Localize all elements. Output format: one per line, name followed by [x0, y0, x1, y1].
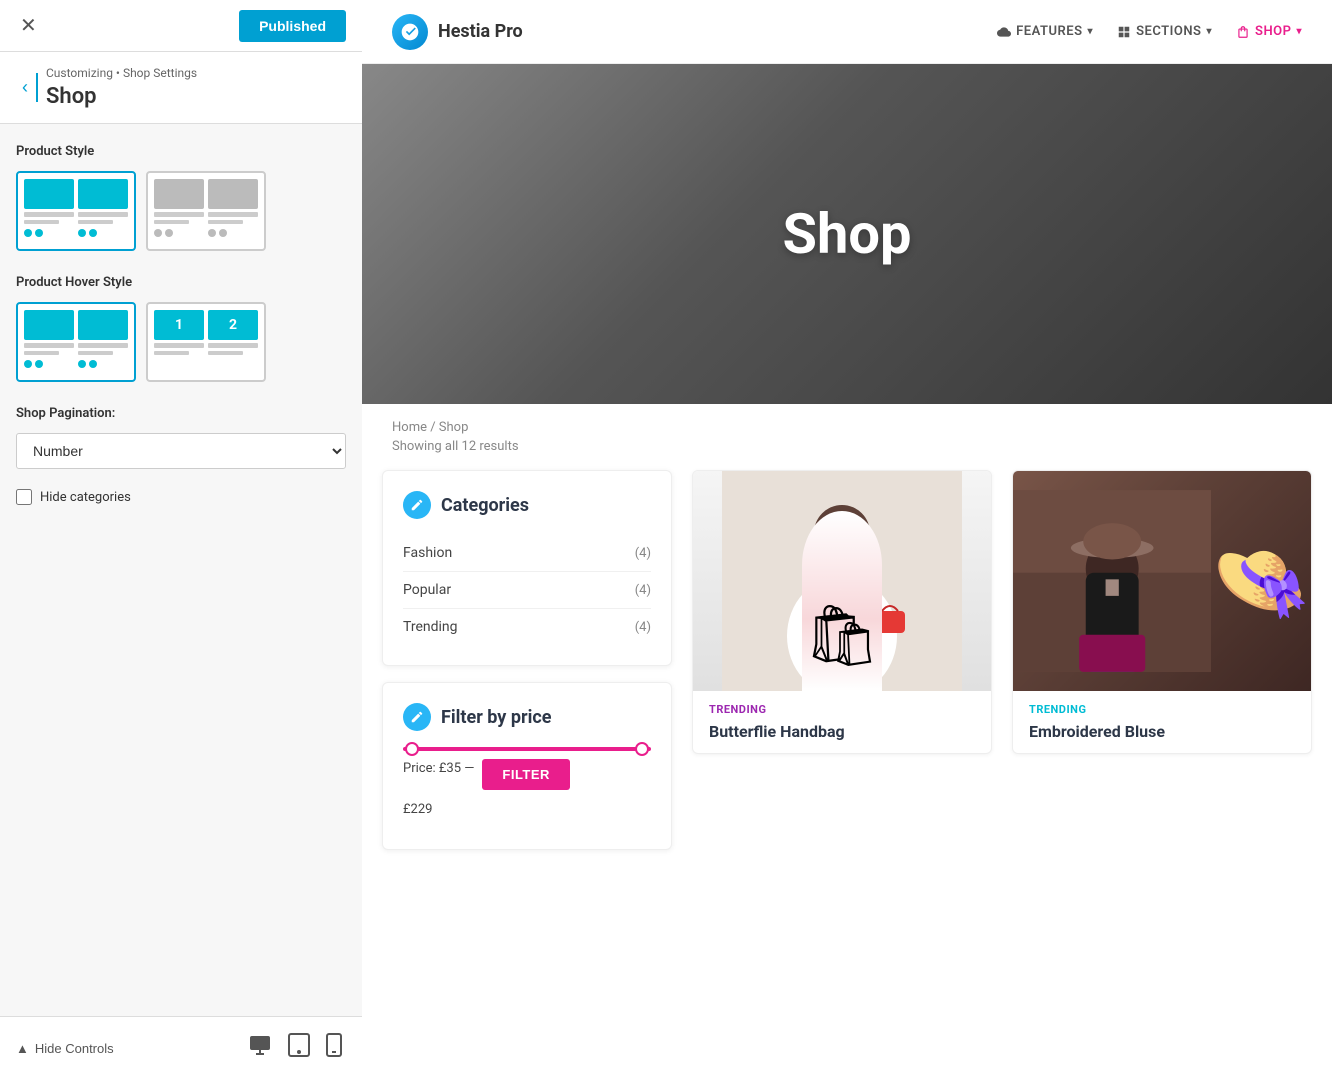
panel-title: Shop	[46, 84, 197, 109]
sections-chevron: ▾	[1206, 26, 1212, 37]
product-grid: TRENDING Butterflie Handbag	[692, 470, 1312, 866]
category-fashion-name: Fashion	[403, 545, 452, 561]
product-info-2: TRENDING Embroidered Bluse	[1013, 691, 1311, 753]
price-thumb-left[interactable]	[405, 742, 419, 756]
filter-title: Filter by price	[441, 707, 551, 728]
product-tag-2: TRENDING	[1029, 703, 1295, 716]
nav-features[interactable]: FEATURES ▾	[997, 24, 1093, 39]
product-info-1: TRENDING Butterflie Handbag	[693, 691, 991, 753]
product-image-2	[1013, 471, 1311, 691]
shop-layout: Categories Fashion (4) Popular (4) Trend…	[362, 470, 1332, 896]
cloud-icon	[997, 25, 1011, 39]
filter-edit-button[interactable]	[403, 703, 431, 731]
product-hover-style-option-2[interactable]: 1 2	[146, 302, 266, 382]
panel-header: ‹ Customizing • Shop Settings Shop	[0, 52, 362, 124]
hero-title: Shop	[783, 201, 912, 267]
close-button[interactable]: ✕	[16, 9, 41, 42]
price-max-label: £229	[403, 802, 651, 817]
category-list: Fashion (4) Popular (4) Trending (4)	[403, 535, 651, 645]
product-name-2: Embroidered Bluse	[1029, 722, 1295, 741]
hover-num-2: 2	[229, 317, 237, 333]
price-filter-widget: Filter by price Price: £35 — FILTER £229	[382, 682, 672, 850]
category-trending-name: Trending	[403, 619, 458, 635]
pagination-label: Shop Pagination:	[16, 406, 346, 421]
nav-sections[interactable]: SECTIONS ▾	[1117, 24, 1212, 39]
price-range-row: Price: £35 — FILTER	[403, 759, 651, 790]
category-trending-count: (4)	[635, 620, 651, 635]
panel-content: Product Style	[0, 124, 362, 1016]
filter-button[interactable]: FILTER	[482, 759, 570, 790]
nav-sections-label: SECTIONS	[1136, 24, 1201, 39]
preview-panel: Hestia Pro FEATURES ▾ SECTIONS ▾ SHOP ▾ …	[362, 0, 1332, 1079]
hide-categories-checkbox[interactable]	[16, 489, 32, 505]
product-image-1	[693, 471, 991, 691]
shop-content: Home / Shop Showing all 12 results Categ…	[362, 404, 1332, 896]
breadcrumb: Customizing • Shop Settings	[46, 66, 197, 80]
product-hover-style-options: 1 2	[16, 302, 346, 382]
category-popular-count: (4)	[635, 583, 651, 598]
site-logo: Hestia Pro	[392, 14, 523, 50]
hide-controls-label: Hide Controls	[35, 1041, 114, 1056]
product-card-2[interactable]: TRENDING Embroidered Bluse	[1012, 470, 1312, 754]
product-style-option-2[interactable]	[146, 171, 266, 251]
categories-title: Categories	[441, 495, 529, 516]
mobile-button[interactable]	[322, 1029, 346, 1067]
tablet-button[interactable]	[284, 1029, 314, 1067]
device-buttons	[244, 1029, 346, 1067]
nav-features-label: FEATURES	[1016, 24, 1082, 39]
product-card-1[interactable]: TRENDING Butterflie Handbag	[692, 470, 992, 754]
back-button[interactable]: ‹	[14, 73, 38, 102]
product-style-option-1[interactable]	[16, 171, 136, 251]
desktop-button[interactable]	[244, 1029, 276, 1067]
logo-text: Hestia Pro	[438, 21, 523, 42]
hide-categories-row: Hide categories	[16, 489, 346, 505]
product-tag-1: TRENDING	[709, 703, 975, 716]
product-1-svg	[693, 471, 991, 691]
category-popular-name: Popular	[403, 582, 451, 598]
filter-widget-header: Filter by price	[403, 703, 651, 731]
product-name-1: Butterflie Handbag	[709, 722, 975, 741]
category-trending[interactable]: Trending (4)	[403, 609, 651, 645]
hide-controls-icon: ▲	[16, 1041, 29, 1056]
panel-header-text: Customizing • Shop Settings Shop	[46, 66, 197, 109]
hide-categories-label[interactable]: Hide categories	[40, 490, 131, 505]
customizer-panel: ✕ Published ‹ Customizing • Shop Setting…	[0, 0, 362, 1079]
site-navbar: Hestia Pro FEATURES ▾ SECTIONS ▾ SHOP ▾	[362, 0, 1332, 64]
shop-bag-icon	[1236, 25, 1250, 39]
sections-icon	[1117, 25, 1131, 39]
widget-header: Categories	[403, 491, 651, 519]
shop-hero: Shop	[362, 64, 1332, 404]
category-fashion-count: (4)	[635, 546, 651, 561]
hide-controls-button[interactable]: ▲ Hide Controls	[16, 1041, 114, 1056]
product-hover-style-label: Product Hover Style	[16, 275, 346, 290]
product-style-options	[16, 171, 346, 251]
price-slider-track	[403, 747, 651, 751]
price-thumb-right[interactable]	[635, 742, 649, 756]
site-nav: FEATURES ▾ SECTIONS ▾ SHOP ▾	[997, 24, 1302, 39]
category-popular[interactable]: Popular (4)	[403, 572, 651, 609]
nav-shop[interactable]: SHOP ▾	[1236, 24, 1302, 39]
pagination-section: Shop Pagination: Number Load More Infini…	[16, 406, 346, 469]
published-button[interactable]: Published	[239, 10, 346, 42]
category-fashion[interactable]: Fashion (4)	[403, 535, 651, 572]
product-style-label: Product Style	[16, 144, 346, 159]
shop-sidebar: Categories Fashion (4) Popular (4) Trend…	[382, 470, 672, 866]
bottom-bar: ▲ Hide Controls	[0, 1016, 362, 1079]
shop-breadcrumb: Home / Shop	[362, 404, 1332, 439]
pagination-select[interactable]: Number Load More Infinite Scroll	[16, 433, 346, 469]
categories-widget: Categories Fashion (4) Popular (4) Trend…	[382, 470, 672, 666]
hover-num-1: 1	[175, 317, 183, 333]
product-hover-style-option-1[interactable]	[16, 302, 136, 382]
features-chevron: ▾	[1088, 26, 1094, 37]
results-bar: Showing all 12 results	[362, 439, 1332, 470]
product-2-svg	[1013, 471, 1211, 691]
categories-edit-button[interactable]	[403, 491, 431, 519]
shop-chevron: ▾	[1296, 26, 1302, 37]
top-bar: ✕ Published	[0, 0, 362, 52]
logo-icon	[392, 14, 428, 50]
price-range-label: Price: £35 —	[403, 761, 474, 776]
nav-shop-label: SHOP	[1255, 24, 1291, 39]
